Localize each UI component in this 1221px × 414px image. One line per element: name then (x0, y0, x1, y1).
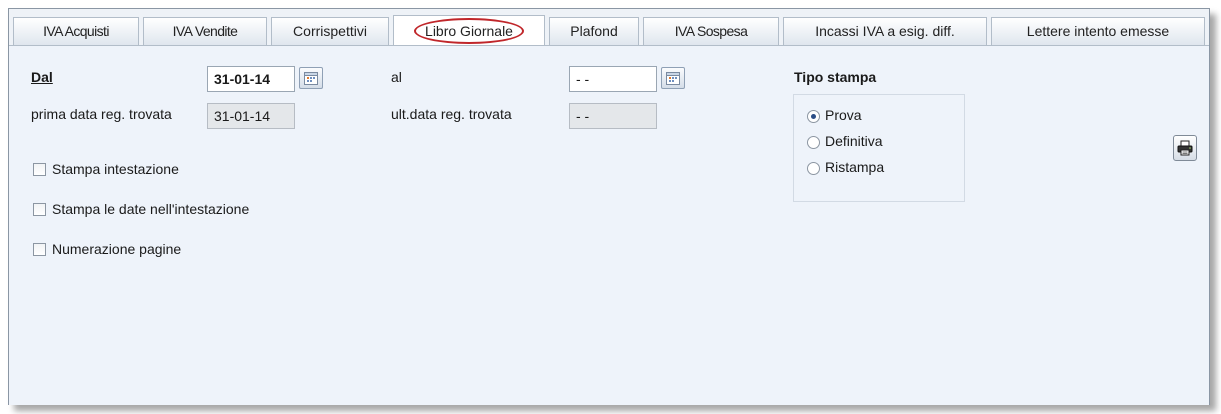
tab-iva-sospesa[interactable]: IVA Sospesa (643, 17, 779, 45)
tipo-stampa-title: Tipo stampa (794, 69, 877, 85)
highlight-oval: Libro Giornale (414, 18, 524, 44)
print-button[interactable] (1173, 135, 1197, 161)
al-label: al (391, 69, 402, 85)
tab-label: IVA Sospesa (674, 23, 748, 39)
dal-label: Dal (31, 69, 53, 85)
radio-ristampa-label: Ristampa (825, 159, 885, 175)
ult-data-field: - - (569, 103, 657, 129)
radio-ristampa[interactable] (807, 162, 820, 175)
ult-data-label: ult.data reg. trovata (391, 106, 512, 122)
radio-prova-label: Prova (825, 107, 862, 123)
libro-giornale-window: IVA Acquisti IVA Vendite Corrispettivi L… (8, 8, 1210, 405)
numerazione-pagine-checkbox[interactable] (33, 243, 46, 256)
al-calendar-button[interactable] (661, 67, 685, 89)
tab-label: IVA Acquisti (43, 23, 109, 39)
tab-plafond[interactable]: Plafond (549, 17, 639, 45)
radio-definitiva[interactable] (807, 136, 820, 149)
tab-panel-libro-giornale: Dal 31-01-14 al - - prima data reg. trov… (9, 45, 1209, 405)
stampa-date-checkbox[interactable] (33, 203, 46, 216)
tab-label: Corrispettivi (293, 23, 367, 39)
calendar-icon (304, 72, 318, 85)
stampa-intestazione-label: Stampa intestazione (52, 161, 179, 177)
tab-bar: IVA Acquisti IVA Vendite Corrispettivi L… (9, 9, 1209, 45)
tab-corrispettivi[interactable]: Corrispettivi (271, 17, 389, 45)
stampa-intestazione-checkbox[interactable] (33, 163, 46, 176)
radio-prova[interactable] (807, 110, 820, 123)
tab-iva-vendite[interactable]: IVA Vendite (143, 17, 267, 45)
tab-label: Libro Giornale (425, 23, 513, 39)
radio-definitiva-label: Definitiva (825, 133, 883, 149)
tab-lettere-intento[interactable]: Lettere intento emesse (991, 17, 1205, 45)
calendar-icon (666, 72, 680, 85)
tab-iva-acquisti[interactable]: IVA Acquisti (13, 17, 139, 45)
numerazione-pagine-label: Numerazione pagine (52, 241, 182, 257)
tab-libro-giornale[interactable]: Libro Giornale (393, 15, 545, 45)
dal-calendar-button[interactable] (299, 67, 323, 89)
printer-icon (1177, 140, 1193, 156)
stampa-date-label: Stampa le date nell'intestazione (52, 201, 250, 217)
prima-data-field: 31-01-14 (207, 103, 295, 129)
tab-label: IVA Vendite (172, 23, 238, 39)
tab-label: Incassi IVA a esig. diff. (815, 23, 955, 39)
tab-label: Lettere intento emesse (1026, 23, 1170, 39)
dal-date-input[interactable]: 31-01-14 (207, 66, 295, 92)
tab-label: Plafond (570, 23, 618, 39)
al-date-input[interactable]: - - (569, 66, 657, 92)
prima-data-label: prima data reg. trovata (31, 106, 172, 122)
tipo-stampa-group: Prova Definitiva Ristampa (793, 94, 965, 202)
tab-incassi-iva[interactable]: Incassi IVA a esig. diff. (783, 17, 987, 45)
